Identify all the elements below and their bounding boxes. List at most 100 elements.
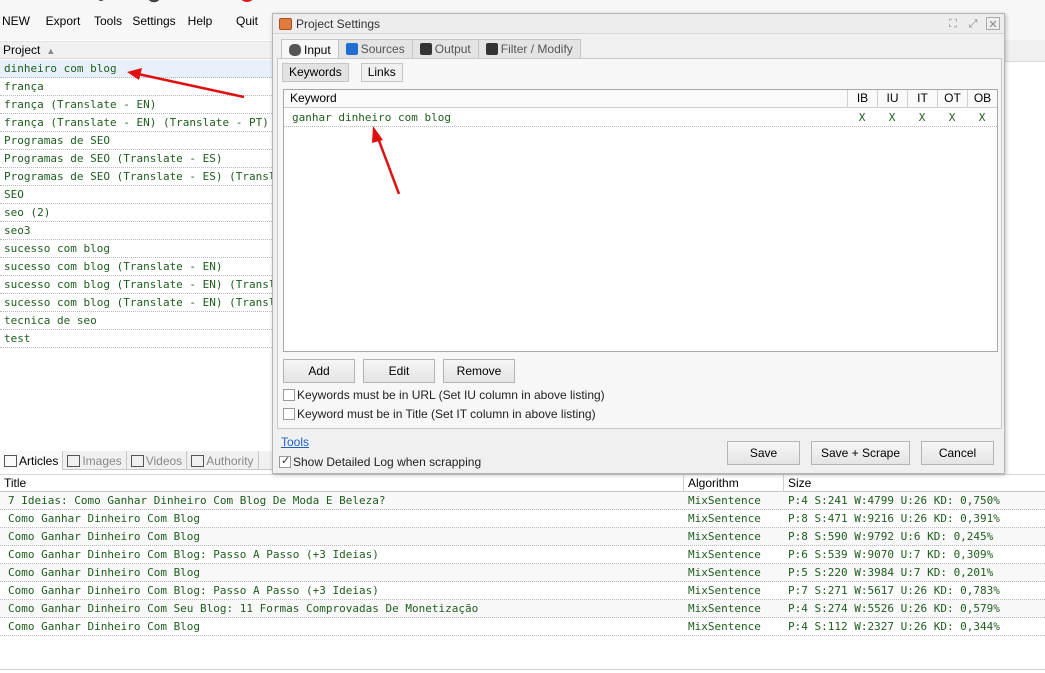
- minimize-icon[interactable]: ⛶: [946, 17, 960, 30]
- image-icon: [67, 454, 81, 467]
- ob-column-header[interactable]: OB: [967, 90, 997, 108]
- project-list-item[interactable]: Programas de SEO (Translate - ES): [0, 150, 272, 168]
- tab-videos[interactable]: Videos: [127, 451, 188, 470]
- quit-button[interactable]: Quit: [232, 0, 262, 40]
- background-header-strip: [1005, 40, 1045, 62]
- ib-column-header[interactable]: IB: [847, 90, 877, 108]
- url-checkbox[interactable]: [283, 389, 295, 401]
- gear-icon: [148, 0, 160, 3]
- remove-button[interactable]: Remove: [443, 359, 515, 383]
- tools-label: Tools: [93, 14, 122, 28]
- save-button[interactable]: Save: [727, 441, 800, 465]
- project-list-item[interactable]: seo (2): [0, 204, 272, 222]
- tab-sources[interactable]: Sources: [337, 39, 413, 58]
- project-list-item[interactable]: tecnica de seo: [0, 312, 272, 330]
- tools-link[interactable]: Tools: [281, 435, 309, 449]
- project-list-item[interactable]: test: [0, 330, 272, 348]
- project-list-item[interactable]: frança (Translate - EN): [0, 96, 272, 114]
- subtab-keywords[interactable]: Keywords: [282, 63, 349, 82]
- size-column-header[interactable]: Size: [783, 475, 1045, 493]
- algorithm-cell: MixSentence: [688, 512, 761, 525]
- ot-cell[interactable]: X: [937, 109, 967, 127]
- dialog-titlebar[interactable]: Project Settings ⛶ ⤢ ✕: [273, 14, 1004, 34]
- project-list-item[interactable]: frança: [0, 78, 272, 96]
- add-button[interactable]: Add: [283, 359, 355, 383]
- iu-column-header[interactable]: IU: [877, 90, 907, 108]
- table-row[interactable]: Como Ganhar Dinheiro Com Blog MixSentence…: [0, 528, 1045, 546]
- tab-filter-modify[interactable]: Filter / Modify: [477, 39, 581, 58]
- project-list-item[interactable]: sucesso com blog (Translate - EN) (Trans…: [0, 294, 272, 312]
- algorithm-cell: MixSentence: [688, 530, 761, 543]
- edit-button[interactable]: Edit: [363, 359, 435, 383]
- title-checkbox-label: Keyword must be in Title (Set IT column …: [297, 407, 596, 421]
- project-list-item[interactable]: frança (Translate - EN) (Translate - PT): [0, 114, 272, 132]
- export-button[interactable]: Export: [44, 0, 82, 40]
- tab-label: Output: [434, 42, 471, 56]
- table-row[interactable]: Como Ganhar Dinheiro Com Blog: Passo A P…: [0, 546, 1045, 564]
- algorithm-cell: MixSentence: [688, 566, 761, 579]
- tab-output[interactable]: Output: [411, 39, 479, 58]
- power-icon: [241, 0, 253, 2]
- input-subtabs: Keywords Links: [282, 63, 415, 82]
- ib-cell[interactable]: X: [847, 109, 877, 127]
- close-icon[interactable]: ✕: [986, 17, 1000, 31]
- project-column-header[interactable]: Project ▲: [0, 41, 272, 59]
- project-list-item[interactable]: SEO: [0, 186, 272, 204]
- table-row[interactable]: Como Ganhar Dinheiro Com Blog MixSentence…: [0, 510, 1045, 528]
- download-icon: [419, 43, 432, 55]
- table-row[interactable]: 7 Ideias: Como Ganhar Dinheiro Com Blog …: [0, 492, 1045, 510]
- keyword-row[interactable]: ganhar dinheiro com blog X X X X X: [284, 109, 997, 127]
- project-list-item[interactable]: seo3: [0, 222, 272, 240]
- size-cell: P:4 S:274 W:5526 U:26 KD: 0,579%: [788, 602, 1000, 615]
- size-cell: P:5 S:220 W:3984 U:7 KD: 0,201%: [788, 566, 994, 579]
- bottom-divider: [0, 669, 1045, 670]
- table-row[interactable]: Como Ganhar Dinheiro Com Seu Blog: 11 Fo…: [0, 600, 1045, 618]
- algorithm-column-header[interactable]: Algorithm: [683, 475, 783, 493]
- title-checkbox[interactable]: [283, 408, 295, 420]
- excel-export-icon: [50, 0, 76, 10]
- table-row[interactable]: Como Ganhar Dinheiro Com Blog: Passo A P…: [0, 582, 1045, 600]
- project-list-item[interactable]: Programas de SEO: [0, 132, 272, 150]
- algorithm-cell: MixSentence: [688, 494, 761, 507]
- url-checkbox-row[interactable]: Keywords must be in URL (Set IU column i…: [283, 387, 605, 403]
- project-list-item[interactable]: sucesso com blog: [0, 240, 272, 258]
- table-row[interactable]: Como Ganhar Dinheiro Com Blog MixSentence…: [0, 618, 1045, 636]
- project-list-item[interactable]: sucesso com blog (Translate - EN): [0, 258, 272, 276]
- iu-cell[interactable]: X: [877, 109, 907, 127]
- log-checkbox-row[interactable]: Show Detailed Log when scrapping: [279, 454, 481, 470]
- title-checkbox-row[interactable]: Keyword must be in Title (Set IT column …: [283, 406, 596, 422]
- save-scrape-button[interactable]: Save + Scrape: [811, 441, 910, 465]
- project-list-item[interactable]: dinheiro com blog: [0, 60, 272, 78]
- maximize-icon[interactable]: ⤢: [966, 17, 980, 30]
- log-checkbox[interactable]: [279, 454, 291, 468]
- tab-articles[interactable]: Articles: [0, 451, 64, 470]
- new-button[interactable]: NEW: [2, 0, 30, 40]
- title-cell: Como Ganhar Dinheiro Com Seu Blog: 11 Fo…: [8, 602, 479, 615]
- it-column-header[interactable]: IT: [907, 90, 937, 108]
- keyword-column-header[interactable]: Keyword: [284, 90, 847, 108]
- size-cell: P:4 S:112 W:2327 U:26 KD: 0,344%: [788, 620, 1000, 633]
- tools-icon: [98, 0, 111, 1]
- size-cell: P:6 S:539 W:9070 U:7 KD: 0,309%: [788, 548, 994, 561]
- settings-button[interactable]: Settings: [132, 0, 176, 40]
- tab-images[interactable]: Images: [63, 451, 127, 470]
- tab-authority[interactable]: Authority: [187, 451, 259, 470]
- it-cell[interactable]: X: [907, 109, 937, 127]
- subtab-links[interactable]: Links: [360, 63, 403, 82]
- title-cell: Como Ganhar Dinheiro Com Blog: [8, 512, 201, 525]
- help-button[interactable]: Help: [186, 0, 214, 40]
- title-cell: 7 Ideias: Como Ganhar Dinheiro Com Blog …: [8, 494, 386, 507]
- project-list-item[interactable]: Programas de SEO (Translate - ES) (Trans…: [0, 168, 272, 186]
- algorithm-cell: MixSentence: [688, 620, 761, 633]
- title-column-header[interactable]: Title: [0, 475, 683, 493]
- project-list-item[interactable]: sucesso com blog (Translate - EN) (Trans…: [0, 276, 272, 294]
- tools-button[interactable]: Tools: [92, 0, 124, 40]
- ob-cell[interactable]: X: [967, 109, 997, 127]
- cancel-button[interactable]: Cancel: [921, 441, 994, 465]
- quit-label: Quit: [235, 14, 258, 28]
- title-cell: Como Ganhar Dinheiro Com Blog: [8, 530, 201, 543]
- table-row[interactable]: Como Ganhar Dinheiro Com Blog MixSentence…: [0, 564, 1045, 582]
- link-icon: [191, 454, 205, 467]
- ot-column-header[interactable]: OT: [937, 90, 967, 108]
- tab-input[interactable]: Input: [281, 39, 339, 59]
